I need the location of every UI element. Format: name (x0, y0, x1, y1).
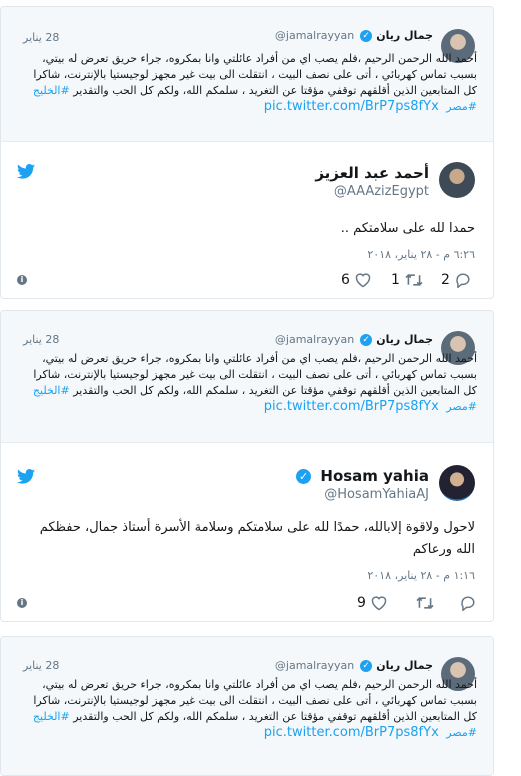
quoted-header: جمال ريان✓ @jamalrayyan (275, 333, 433, 346)
reply-icon (461, 596, 475, 611)
author-block: أحمد عبد العزيز @AAAzizEgypt (315, 164, 429, 199)
reply-tweet: Hosam yahia ✓ @HosamYahiaAJ لاحول ولاقوة… (1, 443, 493, 621)
quoted-header: جمال ريان✓ @jamalrayyan (275, 29, 433, 42)
quoted-name[interactable]: جمال ريان (376, 333, 433, 346)
heart-icon (371, 596, 387, 611)
reply-button[interactable] (455, 595, 477, 611)
twitter-bird-icon[interactable] (17, 469, 35, 484)
reply-tweet: أحمد عبد العزيز @AAAzizEgypt حمدا لله عل… (1, 142, 493, 298)
retweet-button[interactable] (411, 595, 435, 611)
quoted-link[interactable]: pic.twitter.com/BrP7ps8fYx (264, 399, 439, 414)
info-icon[interactable]: i (17, 598, 27, 608)
author-handle[interactable]: @HosamYahiaAJ (296, 487, 429, 502)
verified-icon: ✓ (360, 660, 373, 672)
retweet-icon (416, 597, 434, 609)
like-button[interactable]: 6 (341, 272, 372, 288)
quoted-text: أحمد الله الرحمن الرحيم ،فلم يصب اي من أ… (17, 677, 477, 741)
verified-icon: ✓ (360, 30, 373, 42)
author-name[interactable]: Hosam yahia (320, 467, 429, 485)
author-avatar[interactable] (439, 465, 475, 501)
quoted-tweet[interactable]: جمال ريان✓ @jamalrayyan 28 يناير أحمد الل… (1, 637, 493, 775)
quoted-name[interactable]: جمال ريان (376, 29, 433, 42)
author-handle[interactable]: @AAAzizEgypt (315, 184, 429, 199)
author-name[interactable]: أحمد عبد العزيز (315, 164, 429, 182)
reply-count: 2 (441, 272, 450, 288)
info-icon[interactable]: i (17, 275, 27, 285)
quoted-date[interactable]: 28 يناير (23, 31, 59, 44)
author-avatar[interactable] (439, 162, 475, 198)
like-count: 9 (357, 595, 366, 611)
quoted-date[interactable]: 28 يناير (23, 333, 59, 346)
verified-icon: ✓ (296, 469, 312, 484)
quoted-header: جمال ريان✓ @jamalrayyan (275, 659, 433, 672)
reply-icon (456, 273, 470, 288)
action-bar: i 6 1 2 (17, 272, 477, 292)
retweet-icon (405, 274, 423, 286)
action-bar: i 9 (17, 595, 477, 615)
quoted-body: أحمد الله الرحمن الرحيم ،فلم يصب اي من أ… (33, 52, 477, 97)
author-block: Hosam yahia ✓ @HosamYahiaAJ (296, 467, 429, 502)
quoted-link[interactable]: pic.twitter.com/BrP7ps8fYx (264, 725, 439, 740)
tweet-time[interactable]: ٦:٢٦ م - ٢٨ يناير، ٢٠١٨ (367, 248, 475, 261)
tweet-time[interactable]: ١:١٦ م - ٢٨ يناير، ٢٠١٨ (367, 569, 475, 582)
like-count: 6 (341, 272, 350, 288)
heart-icon (355, 273, 371, 288)
tweet-text: لاحول ولاقوة إلابالله، حمدًا لله على سلا… (39, 520, 475, 557)
quoted-tweet[interactable]: جمال ريان✓ @jamalrayyan 28 يناير أحمد الل… (1, 311, 493, 443)
quoted-body: أحمد الله الرحمن الرحيم ،فلم يصب اي من أ… (33, 678, 477, 723)
quoted-text: أحمد الله الرحمن الرحيم ،فلم يصب اي من أ… (17, 51, 477, 115)
like-button[interactable]: 9 (357, 595, 388, 611)
twitter-bird-icon[interactable] (17, 164, 35, 179)
quoted-handle[interactable]: @jamalrayyan (275, 333, 354, 346)
retweet-count: 1 (391, 272, 400, 288)
reply-button[interactable]: 2 (441, 272, 472, 288)
tweet-card-3: جمال ريان✓ @jamalrayyan 28 يناير أحمد الل… (0, 636, 494, 776)
verified-icon: ✓ (360, 334, 373, 346)
quoted-body: أحمد الله الرحمن الرحيم ،فلم يصب اي من أ… (33, 352, 477, 397)
retweet-button[interactable]: 1 (391, 272, 424, 288)
tweet-text: حمدا لله على سلامتكم .. (340, 221, 475, 236)
quoted-handle[interactable]: @jamalrayyan (275, 29, 354, 42)
tweet-card-2: جمال ريان✓@jamalrayyan 28 يناير أحمد الل… (0, 310, 494, 622)
quoted-handle[interactable]: @jamalrayyan (275, 659, 354, 672)
tweet-card-1: جمال ريان✓ @jamalrayyan 28 يناير أحمد الل… (0, 6, 494, 299)
quoted-tweet[interactable]: جمال ريان✓ @jamalrayyan 28 يناير أحمد الل… (1, 7, 493, 142)
quoted-date[interactable]: 28 يناير (23, 659, 59, 672)
quoted-name[interactable]: جمال ريان (376, 659, 433, 672)
quoted-link[interactable]: pic.twitter.com/BrP7ps8fYx (264, 99, 439, 114)
quoted-text: أحمد الله الرحمن الرحيم ،فلم يصب اي من أ… (17, 351, 477, 415)
author-name-row: Hosam yahia ✓ (296, 467, 429, 485)
